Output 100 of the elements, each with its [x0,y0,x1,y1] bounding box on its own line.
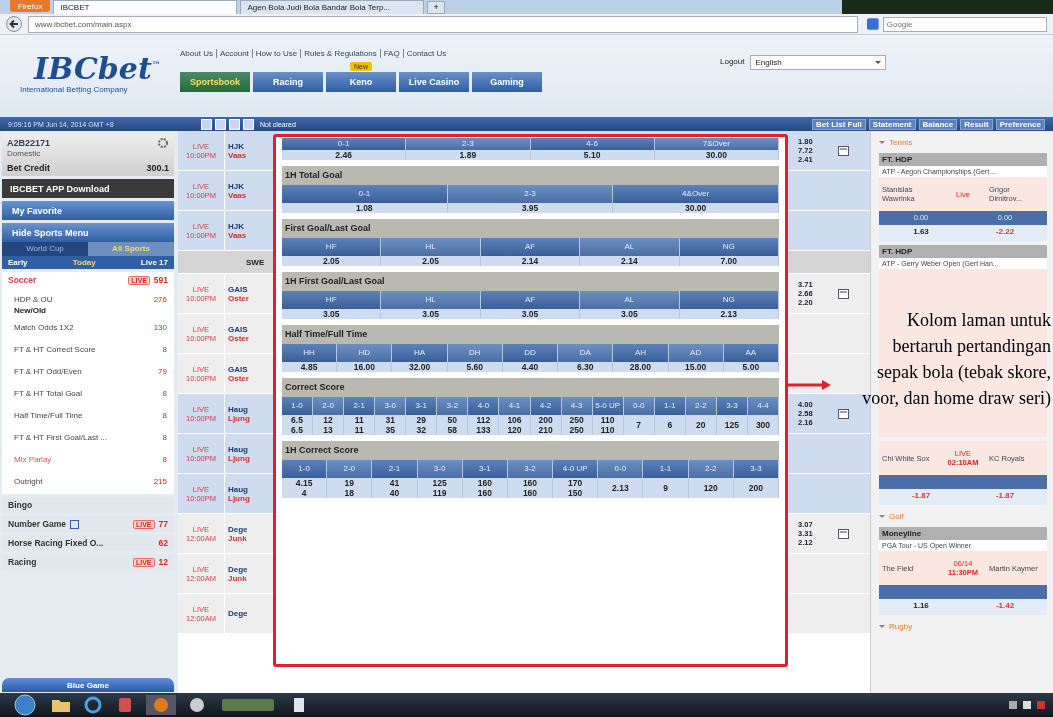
odds-value[interactable]: 1.89 [459,150,477,160]
odds-value[interactable]: 2.14 [621,256,638,266]
odds-value[interactable]: 110 [600,425,615,435]
toolbar-tool-icon[interactable] [215,118,226,130]
odds-value[interactable]: -2.22 [963,225,1047,241]
odds-value[interactable]: 30.00 [685,203,707,213]
header-link[interactable]: FAQ [379,49,403,58]
odds-value[interactable]: 3.05 [422,309,439,319]
odds-value[interactable]: 150 [568,488,583,498]
toolbar-link-button[interactable]: Preference [995,118,1045,130]
toolbar-link-button[interactable]: Balance [918,118,958,130]
toolbar-link-button[interactable]: Bet List Full [812,118,866,130]
header-link[interactable]: About Us [180,49,216,58]
toolbar-link-button[interactable]: Result [960,118,993,130]
period-tab[interactable]: Live 17 [140,258,168,267]
nav-tab[interactable]: Live Casino [399,72,469,92]
odds-value[interactable]: -1.87 [963,489,1047,505]
odds-value[interactable]: 50 [447,415,458,425]
odds-value[interactable]: 160 [477,488,492,498]
sports-group-tab[interactable]: World Cup [2,242,88,256]
sport-menu-item[interactable]: FT & HT First Goal/Last ... 8 [2,428,174,447]
my-favorite-button[interactable]: My Favorite [2,201,174,220]
odds-value[interactable]: 2.13 [720,309,738,319]
odds-value[interactable]: 200 [538,415,553,425]
odds-value[interactable]: 20 [696,420,706,430]
browser-tab[interactable]: Agen Bola Judi Bola Bandar Bola Terp... [240,0,425,14]
sport-menu-item[interactable]: FT & HT Total Goal 8 [2,384,174,403]
odds-value[interactable]: 250 [569,425,584,435]
search-engine-icon[interactable] [867,18,879,30]
odds-value[interactable]: 6.5 [291,415,303,425]
sport-menu-item[interactable]: Match Odds 1X2 130 [2,318,174,337]
odds-value[interactable]: 170 [568,478,583,488]
odds-value[interactable]: 35 [385,425,395,435]
odds-value[interactable]: 2.05 [322,256,340,266]
odds-value[interactable]: 1.63 [879,225,963,241]
odds-value[interactable]: 13 [323,425,333,435]
odds-value[interactable]: 7 [636,420,642,430]
new-tab-button[interactable]: + [427,1,445,14]
odds-value[interactable]: 40 [389,488,400,498]
odds-value[interactable]: 29 [416,415,426,425]
odds-value[interactable]: 110 [600,415,615,425]
address-field[interactable]: www.ibcbet.com/main.aspx [28,15,858,33]
browser-tab[interactable]: IBCBET [53,0,238,14]
odds-value[interactable]: 106 [507,415,522,425]
odds-value[interactable]: 3.95 [521,203,539,213]
odds-value[interactable]: 1.08 [356,203,373,213]
back-arrow-icon[interactable] [6,16,22,32]
tray-icons[interactable] [1007,698,1047,712]
nav-tab[interactable]: Sportsbook [180,72,250,92]
odds-value[interactable]: 3.05 [621,309,638,319]
odds-value[interactable]: 4.15 [295,478,313,488]
game-button[interactable]: Blue Game [2,678,174,692]
header-link[interactable]: Contact Us [402,49,450,58]
odds-value[interactable]: 119 [432,488,447,498]
sport-menu-item[interactable]: Half Time/Full Time 8 [2,406,174,425]
odds-value[interactable]: 125 [432,478,447,488]
nav-tab[interactable]: Racing [253,72,323,92]
odds-value[interactable]: 41 [389,478,400,488]
sport-menu-item[interactable]: FT & HT Correct Score 8 [2,340,174,359]
odds-value[interactable]: 120 [507,425,522,435]
hide-menu-button[interactable]: Hide Sports Menu [2,223,174,242]
odds-value[interactable]: 160 [522,478,538,488]
odds-value[interactable]: -1.42 [963,599,1047,615]
odds-value[interactable]: 31 [385,415,395,425]
odds-value[interactable]: 11 [354,415,364,425]
odds-value[interactable]: 19 [344,478,354,488]
odds-value[interactable]: 250 [569,415,584,425]
nav-tab[interactable]: Keno [326,72,396,92]
odds-value[interactable]: 112 [476,415,491,425]
app-download-button[interactable]: IBCBET APP Download [2,179,174,198]
toolbar-tool-icon[interactable] [229,118,240,130]
odds-value[interactable]: 7.00 [720,256,738,266]
odds-value[interactable]: 133 [476,425,491,435]
more-bets-icon[interactable] [838,528,849,539]
odds-value[interactable]: 2.05 [422,256,439,266]
odds-value[interactable]: 5.10 [583,150,601,160]
more-bets-icon[interactable] [838,145,849,156]
more-bets-icon[interactable] [838,408,849,419]
period-tab[interactable]: Early [8,258,28,267]
more-bets-icon[interactable] [838,288,849,299]
odds-value[interactable]: 1.16 [879,599,963,615]
toolbar-tool-icon[interactable] [243,118,254,130]
odds-value[interactable]: 120 [703,483,718,493]
odds-value[interactable]: 12 [323,415,333,425]
toolbar-link-button[interactable]: Statement [868,118,916,130]
sport-menu-item[interactable]: FT & HT Odd/Even 79 [2,362,174,381]
odds-value[interactable]: 160 [477,478,492,488]
odds-value[interactable]: 58 [447,425,458,435]
odds-value[interactable]: 9 [663,483,668,493]
sport-menu-item[interactable]: Mix Parlay 8 [2,450,174,469]
odds-value[interactable]: 32 [416,425,426,435]
odds-value[interactable]: 160 [522,488,538,498]
language-select[interactable]: English [750,55,887,70]
odds-value[interactable]: 30.00 [705,150,727,160]
sport-menu-item[interactable]: Outright 215 [2,472,174,491]
odds-value[interactable]: 2.46 [335,150,352,160]
search-field[interactable]: Google [882,16,1047,32]
header-link[interactable]: How to Use [251,49,301,58]
period-tab[interactable]: Today [72,258,96,267]
settings-icon[interactable] [157,137,169,149]
